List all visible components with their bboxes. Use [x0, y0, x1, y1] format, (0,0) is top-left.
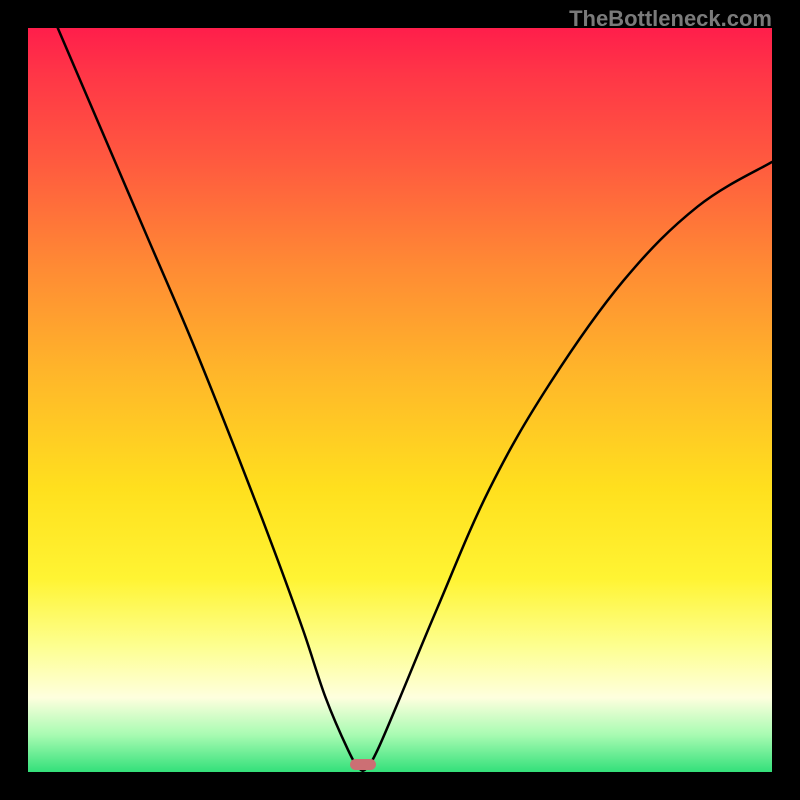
- bottleneck-curve: [58, 28, 772, 771]
- watermark-text: TheBottleneck.com: [569, 6, 772, 32]
- optimal-marker: [350, 759, 376, 771]
- curve-svg: [28, 28, 772, 772]
- plot-area: [28, 28, 772, 772]
